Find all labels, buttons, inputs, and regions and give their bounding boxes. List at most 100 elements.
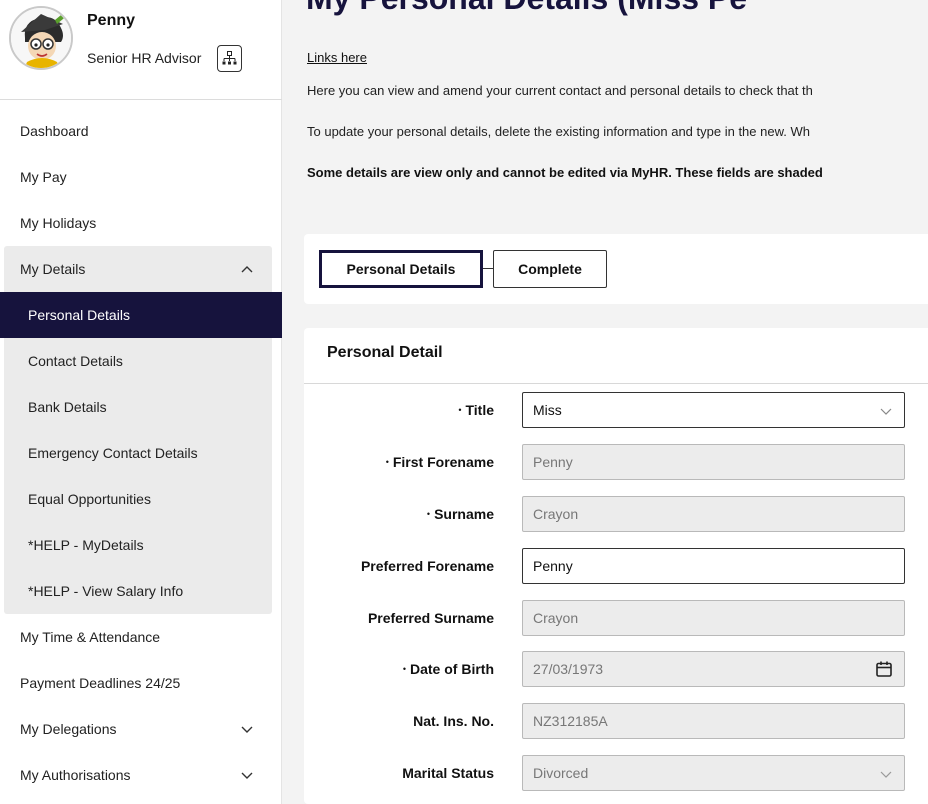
nav-item-my-time-attendance[interactable]: My Time & Attendance (0, 614, 282, 660)
chevron-down-icon (880, 408, 892, 415)
chevron-down-icon (241, 772, 253, 779)
chevron-down-icon (241, 726, 253, 733)
field-label-text: Marital Status (402, 765, 494, 781)
marital-status-value: Divorced (533, 765, 589, 781)
nav-item-my-delegations[interactable]: My Delegations (0, 706, 282, 752)
page-title: My Personal Details (Miss Pe (306, 0, 747, 17)
preferred-forename-value: Penny (533, 558, 573, 574)
chevron-down-icon (880, 771, 892, 778)
intro-text: Here you can view and amend your current… (307, 83, 813, 98)
field-label: Preferred Surname (368, 600, 494, 636)
nav-label: My Details (20, 261, 86, 277)
field-label-text: Preferred Surname (367, 610, 494, 626)
divider (304, 383, 928, 384)
nav-item-payment-deadlines[interactable]: Payment Deadlines 24/25 (0, 660, 282, 706)
field-label-text: Nat. Ins. No. (413, 713, 494, 729)
form-title: Personal Detail (327, 344, 443, 361)
field-label-text: Date of Birth (410, 661, 494, 677)
nav-label: Payment Deadlines 24/25 (20, 675, 181, 691)
main-content: My Personal Details (Miss Pe Links here … (283, 0, 928, 804)
nav-label: Emergency Contact Details (28, 445, 198, 461)
nav-item-equal-opportunities[interactable]: Equal Opportunities (4, 476, 272, 522)
field-label: Nat. Ins. No. (413, 703, 494, 739)
nav-item-help-view-salary-info[interactable]: *HELP - View Salary Info (4, 568, 272, 614)
nav-item-my-authorisations[interactable]: My Authorisations (0, 752, 282, 798)
preferred-surname-value: Crayon (533, 610, 579, 626)
nav-item-bank-details[interactable]: Bank Details (4, 384, 272, 430)
marital-status-select: Divorced (522, 755, 905, 791)
links-here-link[interactable]: Links here (307, 50, 367, 65)
nav-label: Dashboard (20, 123, 89, 139)
required-marker: • (385, 457, 389, 467)
calendar-icon[interactable] (875, 660, 893, 678)
title-value: Miss (533, 402, 562, 418)
form-row-surname: • Surname Crayon (304, 496, 928, 534)
nav-label: My Authorisations (20, 767, 131, 783)
field-label-text: First Forename (392, 454, 494, 470)
required-marker: • (402, 664, 406, 674)
field-label-text: Preferred Forename (360, 558, 494, 574)
field-label: • Date of Birth (403, 651, 494, 687)
form-row-preferred-surname: Preferred Surname Crayon (304, 600, 928, 638)
surname-field: Crayon (522, 496, 905, 532)
form-row-title: • Title Miss (304, 392, 928, 430)
nav-label: My Pay (20, 169, 67, 185)
nav-label: Personal Details (28, 307, 130, 323)
nav-item-personal-details[interactable]: Personal Details (0, 292, 282, 338)
field-label-text: Surname (434, 506, 494, 522)
step-connector (483, 268, 493, 269)
date-of-birth-field: 27/03/1973 (522, 651, 905, 687)
nat-ins-no-field: NZ312185A (522, 703, 905, 739)
nav-item-help-mydetails[interactable]: *HELP - MyDetails (4, 522, 272, 568)
readonly-notice: Some details are view only and cannot be… (307, 165, 823, 180)
nav-item-emergency-contact-details[interactable]: Emergency Contact Details (4, 430, 272, 476)
field-label: • First Forename (386, 444, 494, 480)
title-select[interactable]: Miss (522, 392, 905, 428)
first-forename-field: Penny (522, 444, 905, 480)
step-complete[interactable]: Complete (493, 250, 607, 288)
nat-ins-no-value: NZ312185A (533, 713, 608, 729)
required-marker: • (458, 405, 462, 415)
field-label: • Surname (427, 496, 494, 532)
nav-label: My Holidays (20, 215, 97, 231)
surname-value: Crayon (533, 506, 579, 522)
progress-steps: Personal Details Complete (304, 234, 928, 304)
form-row-marital-status: Marital Status Divorced (304, 755, 928, 793)
avatar-illustration-icon (11, 8, 71, 68)
form-row-preferred-forename: Preferred Forename Penny (304, 548, 928, 586)
field-label: Preferred Forename (361, 548, 494, 584)
preferred-forename-input[interactable]: Penny (522, 548, 905, 584)
nav-label: Bank Details (28, 399, 107, 415)
nav-item-my-holidays[interactable]: My Holidays (0, 200, 282, 246)
nav-item-dashboard[interactable]: Dashboard (0, 108, 282, 154)
user-name: Penny (87, 12, 136, 29)
nav-group-my-details: My Details Personal Details Contact Deta… (0, 246, 282, 614)
sidebar: Penny Senior HR Advisor Dashboard My Pay… (0, 0, 282, 804)
org-chart-icon (222, 51, 237, 65)
field-label: • Title (458, 392, 494, 428)
form-row-nat-ins-no: Nat. Ins. No. NZ312185A (304, 703, 928, 741)
org-chart-button[interactable] (217, 45, 242, 72)
personal-detail-form: Personal Detail • Title Miss • First Foren… (304, 328, 928, 804)
nav-item-my-details[interactable]: My Details (4, 246, 272, 292)
first-forename-value: Penny (533, 454, 573, 470)
nav-item-my-pay[interactable]: My Pay (0, 154, 282, 200)
field-label-text: Title (465, 402, 494, 418)
user-profile: Penny Senior HR Advisor (0, 0, 282, 100)
preferred-surname-field: Crayon (522, 600, 905, 636)
user-role: Senior HR Advisor (87, 50, 202, 66)
avatar[interactable] (9, 6, 73, 70)
form-row-date-of-birth: • Date of Birth 27/03/1973 (304, 651, 928, 689)
field-label: Marital Status (402, 755, 494, 791)
nav-label: My Delegations (20, 721, 117, 737)
intro-text: To update your personal details, delete … (307, 124, 810, 139)
step-personal-details[interactable]: Personal Details (319, 250, 483, 288)
nav-label: *HELP - View Salary Info (28, 583, 184, 599)
date-of-birth-value: 27/03/1973 (533, 661, 604, 677)
nav-item-contact-details[interactable]: Contact Details (4, 338, 272, 384)
nav-label: Equal Opportunities (28, 491, 151, 507)
nav-label: Contact Details (28, 353, 123, 369)
nav-label: My Time & Attendance (20, 629, 161, 645)
chevron-up-icon (241, 266, 253, 273)
form-row-first-forename: • First Forename Penny (304, 444, 928, 482)
